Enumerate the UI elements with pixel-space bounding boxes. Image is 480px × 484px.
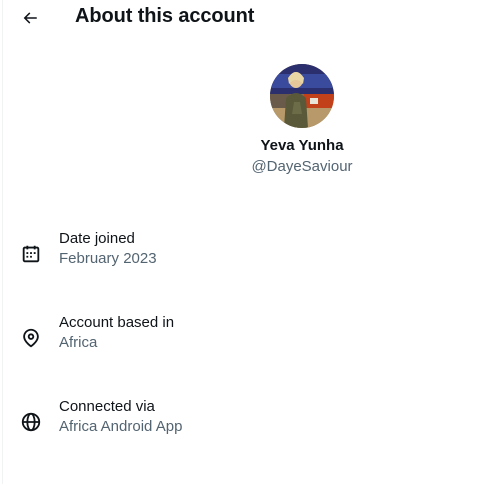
arrow-left-icon <box>23 12 37 24</box>
calendar-icon <box>22 245 40 263</box>
profile-name: Yeva Yunha <box>260 137 344 154</box>
back-button[interactable] <box>14 4 46 32</box>
avatar[interactable] <box>270 64 334 128</box>
connected-via-value: Africa Android App <box>59 418 183 435</box>
info-row-account-based-in: Account based in Africa <box>0 314 480 362</box>
account-based-in-label: Account based in <box>59 314 175 331</box>
page-header: About this account <box>0 0 480 36</box>
account-based-in-value: Africa <box>59 334 98 351</box>
info-row-connected-via: Connected via Africa Android App <box>0 398 480 446</box>
date-joined-label: Date joined <box>59 230 135 247</box>
connected-via-label: Connected via <box>59 398 155 415</box>
page-title: About this account <box>75 5 255 27</box>
location-pin-icon <box>23 328 39 348</box>
profile-handle: @DayeSaviour <box>251 158 353 175</box>
info-row-date-joined: Date joined February 2023 <box>0 230 480 278</box>
globe-icon <box>21 412 41 432</box>
date-joined-value: February 2023 <box>59 250 157 267</box>
